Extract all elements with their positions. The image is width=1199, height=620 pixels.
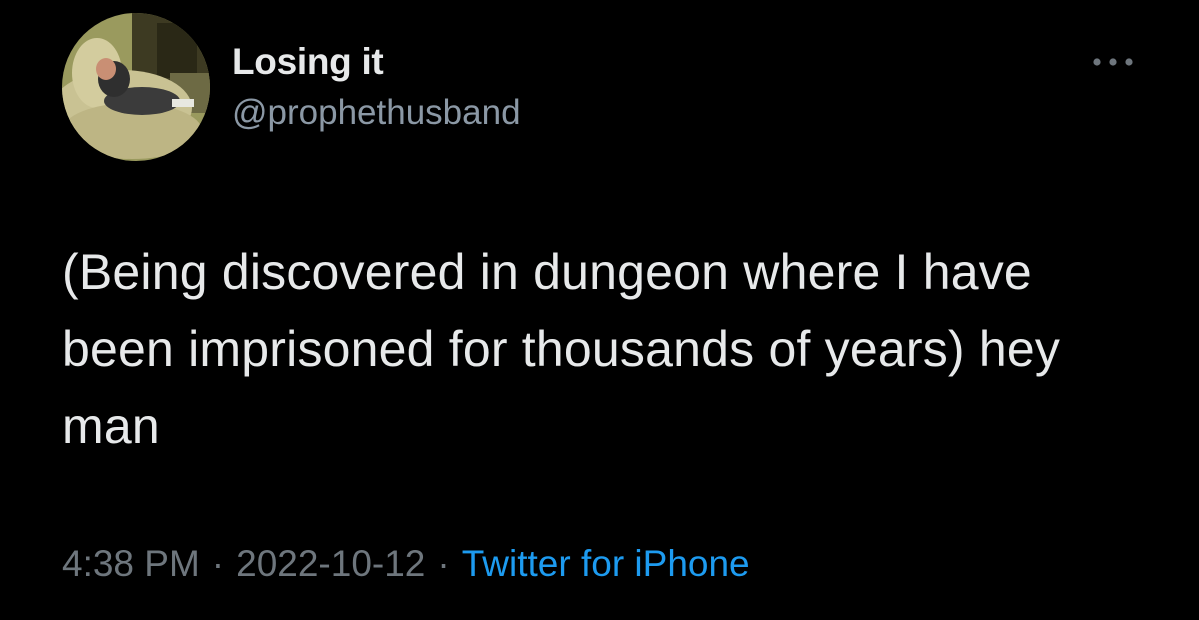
tweet-card: Losing it @prophethusband (Being discove… xyxy=(0,0,1199,620)
tweet-date[interactable]: 2022-10-12 xyxy=(236,543,425,584)
avatar-image xyxy=(62,13,210,161)
author-display-name[interactable]: Losing it xyxy=(232,41,384,83)
author-handle[interactable]: @prophethusband xyxy=(232,93,521,133)
tweet-source-link[interactable]: Twitter for iPhone xyxy=(462,543,750,584)
meta-separator: · xyxy=(437,543,450,584)
avatar[interactable] xyxy=(62,13,210,161)
tweet-metadata: 4:38 PM · 2022-10-12 · Twitter for iPhone xyxy=(62,543,750,585)
more-options-button[interactable] xyxy=(1090,48,1136,76)
tweet-text: (Being discovered in dungeon where I hav… xyxy=(62,244,1061,454)
tweet-time[interactable]: 4:38 PM xyxy=(62,543,200,584)
meta-separator: · xyxy=(211,543,225,584)
more-horizontal-icon xyxy=(1093,58,1133,66)
